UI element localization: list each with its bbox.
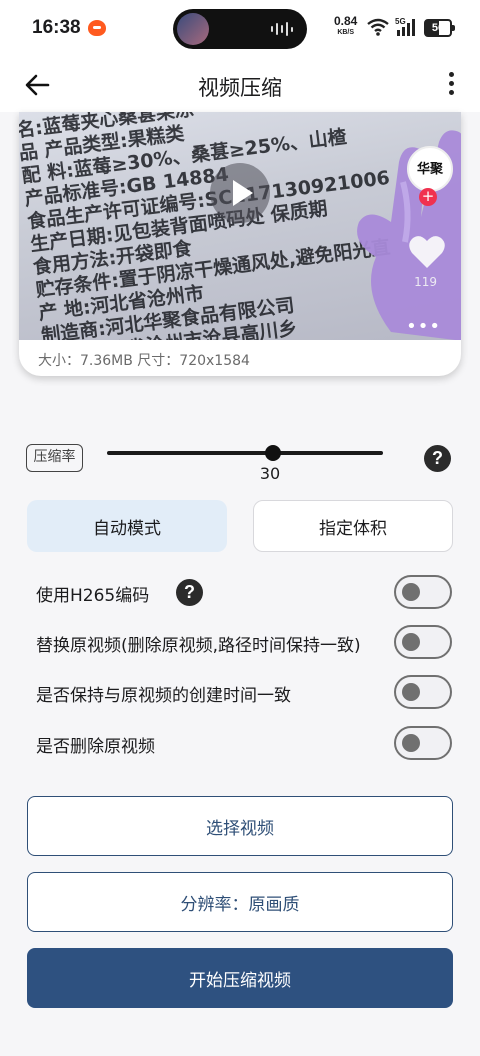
option-label: 使用H265编码 xyxy=(36,586,150,606)
dynamic-island[interactable] xyxy=(173,9,307,49)
status-time: 16:38 xyxy=(32,17,81,38)
heart-icon[interactable] xyxy=(407,232,447,272)
compression-ratio-slider[interactable] xyxy=(107,441,383,465)
network-type: 5G xyxy=(395,17,406,26)
more-horizontal-icon[interactable]: ••• xyxy=(406,316,441,337)
compression-ratio-label: 压缩率 xyxy=(26,444,83,472)
wifi-icon xyxy=(367,18,389,36)
toggle-knob xyxy=(402,583,420,601)
delete-original-toggle[interactable] xyxy=(394,726,452,760)
media-thumbnail-icon xyxy=(177,13,209,45)
option-keep-creation-time: 是否保持与原视频的创建时间一致 xyxy=(36,675,452,711)
follow-plus-icon[interactable]: + xyxy=(419,188,437,206)
select-video-button[interactable]: 选择视频 xyxy=(27,796,453,856)
option-label: 替换原视频(删除原视频,路径时间保持一致) xyxy=(36,636,361,656)
signal-icon: 5G xyxy=(395,17,415,36)
app-header: 视频压缩 xyxy=(0,58,480,112)
toggle-knob xyxy=(402,683,420,701)
net-speed: 0.84 KB/S xyxy=(334,15,357,39)
pumpkin-notification-icon xyxy=(88,20,106,36)
slider-thumb[interactable] xyxy=(264,445,281,461)
option-replace-original: 替换原视频(删除原视频,路径时间保持一致) xyxy=(36,625,452,661)
net-speed-value: 0.84 xyxy=(334,14,358,28)
channel-avatar[interactable]: 华聚 xyxy=(407,146,453,192)
battery-level: 56 xyxy=(431,22,445,34)
toggle-knob xyxy=(402,734,420,752)
option-h265: 使用H265编码 ? xyxy=(36,575,452,611)
resolution-button[interactable]: 分辨率：原画质 xyxy=(27,872,453,932)
avatar-text: 华聚 xyxy=(416,161,443,177)
help-icon[interactable]: ? xyxy=(176,579,203,606)
play-icon[interactable] xyxy=(210,163,270,223)
video-meta: 大小：7.36MB 尺寸：720x1584 xyxy=(38,353,250,369)
status-bar: 16:38 0.84 KB/S 5G 56 xyxy=(0,0,480,58)
option-label: 是否保持与原视频的创建时间一致 xyxy=(36,686,291,706)
audio-wave-icon xyxy=(271,22,293,36)
auto-mode-button[interactable]: 自动模式 xyxy=(27,500,227,552)
specify-size-button[interactable]: 指定体积 xyxy=(253,500,453,552)
slider-track[interactable] xyxy=(107,451,383,455)
battery-icon: 56 xyxy=(424,19,455,37)
replace-original-toggle[interactable] xyxy=(394,625,452,659)
compression-ratio-value: 30 xyxy=(259,464,281,483)
more-vertical-icon[interactable] xyxy=(446,72,456,98)
start-compress-button[interactable]: 开始压缩视频 xyxy=(27,948,453,1008)
net-speed-unit: KB/S xyxy=(337,29,355,36)
page-title: 视频压缩 xyxy=(198,76,282,100)
h265-toggle[interactable] xyxy=(394,575,452,609)
keep-creation-time-toggle[interactable] xyxy=(394,675,452,709)
toggle-knob xyxy=(402,633,420,651)
video-preview-card[interactable]: 名:蓝莓夹心桑葚果冻品 产品类型:果糕类配 料:蓝莓≥30%、桑葚≥25%、山楂… xyxy=(19,112,461,376)
video-thumbnail[interactable]: 名:蓝莓夹心桑葚果冻品 产品类型:果糕类配 料:蓝莓≥30%、桑葚≥25%、山楂… xyxy=(19,112,461,340)
help-icon[interactable]: ? xyxy=(424,445,451,472)
option-delete-original: 是否删除原视频 xyxy=(36,726,452,762)
option-label: 是否删除原视频 xyxy=(36,737,155,757)
like-count: 119 xyxy=(414,275,437,289)
